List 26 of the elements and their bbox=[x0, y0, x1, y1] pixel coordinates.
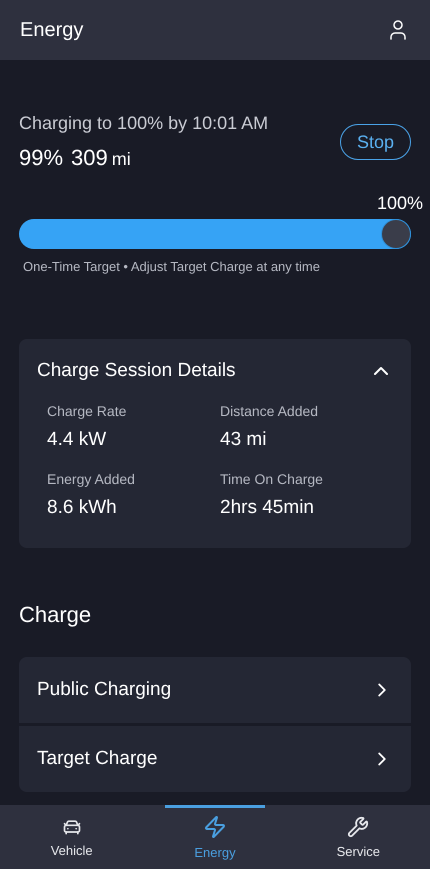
range-value: 309 bbox=[71, 144, 108, 172]
stat-label: Time On Charge bbox=[220, 470, 324, 489]
charge-menu-item[interactable]: Target Charge bbox=[19, 726, 411, 792]
stat-value: 43 mi bbox=[220, 428, 268, 452]
stat-value: 2hrs 45min bbox=[220, 496, 315, 520]
section-heading: Charge bbox=[19, 601, 92, 629]
page-title: Energy bbox=[20, 18, 84, 43]
target-caption: One-Time Target • Adjust Target Charge at any time bbox=[23, 258, 321, 276]
battery-percent: 99% bbox=[19, 144, 64, 172]
charging-status: Charging to 100% by 10:01 AM bbox=[19, 112, 268, 135]
charge-menu-item[interactable]: Public Charging bbox=[19, 657, 411, 723]
nav-tab[interactable]: Service bbox=[308, 805, 408, 869]
stop-button[interactable]: Stop bbox=[340, 124, 411, 160]
slider-thumb[interactable] bbox=[381, 219, 411, 249]
nav-tab[interactable]: Energy bbox=[165, 805, 265, 869]
lightning-icon bbox=[202, 814, 227, 839]
wrench-icon bbox=[347, 816, 370, 838]
stat-label: Distance Added bbox=[220, 402, 320, 421]
stat-value: 8.6 kWh bbox=[47, 496, 118, 520]
range-unit: mi bbox=[112, 148, 131, 171]
stat-label: Charge Rate bbox=[47, 402, 128, 421]
session-header[interactable]: Charge Session Details bbox=[37, 356, 393, 385]
stat-value: 4.4 kW bbox=[47, 428, 108, 452]
stat-label: Energy Added bbox=[47, 470, 136, 489]
nav-tab[interactable]: Vehicle bbox=[22, 805, 122, 869]
target-label: 100% bbox=[376, 192, 423, 215]
